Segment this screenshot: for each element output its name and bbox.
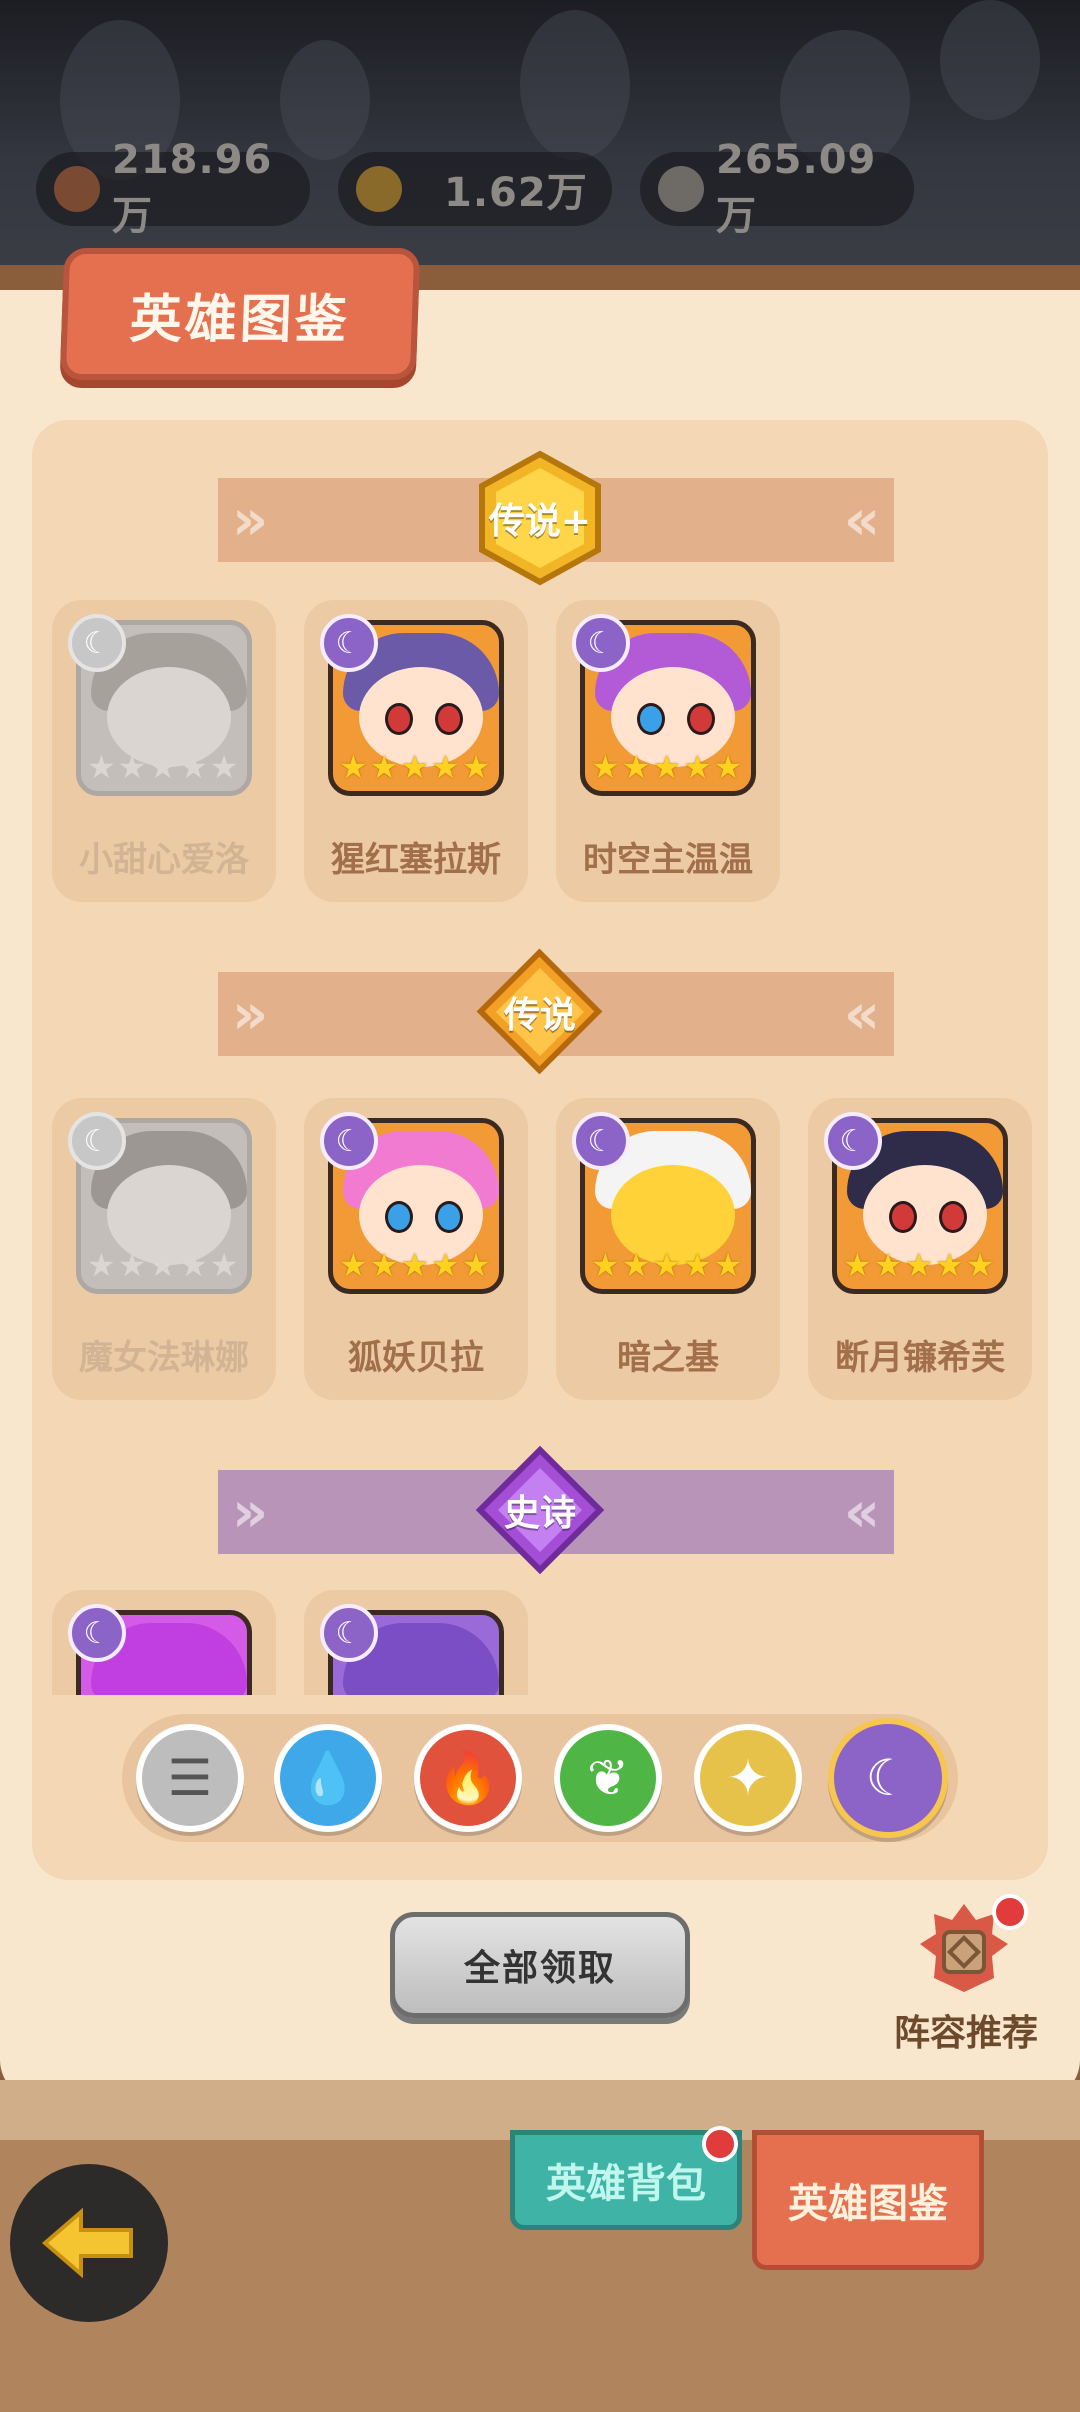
tier-label: 史诗	[503, 1493, 576, 1534]
chevron-left-icon: «	[843, 1479, 880, 1545]
tab-hero-atlas-label: 英雄图鉴	[788, 2181, 948, 2227]
hero-name: 暗之基	[617, 1338, 719, 1378]
gold-pile-icon	[356, 166, 402, 212]
chevron-left-icon: «	[843, 487, 880, 553]
tab-hero-atlas[interactable]: 英雄图鉴	[752, 2130, 984, 2270]
back-button[interactable]	[10, 2164, 168, 2322]
moon-icon: ☾	[865, 1749, 911, 1807]
resource-gold-value: 1.62万	[444, 170, 588, 216]
hero-card[interactable]: ★ ★ ★ ★ ★ ☾ 暗之基	[556, 1098, 780, 1400]
hero-card[interactable]: ★ ★ ★ ★ ★ ☾ 小甜心爱洛	[52, 600, 276, 902]
hero-name: 猩红塞拉斯	[331, 840, 501, 880]
resource-meat-value: 218.96万	[112, 137, 273, 239]
hero-card[interactable]: ★ ★ ★ ★ ★ ☾ 魔女法琳娜	[52, 1098, 276, 1400]
element-filter-bar: ☰ 💧 🔥 ❦ ✦ ☾	[122, 1714, 958, 1842]
leaf-icon: ❦	[587, 1749, 629, 1807]
claim-all-button[interactable]: 全部领取	[390, 1912, 690, 2018]
tab-hero-bag-label: 英雄背包	[546, 2161, 706, 2207]
star-rating: ★ ★ ★ ★ ★	[87, 1246, 239, 1284]
hero-card[interactable]: ★ ★ ★ ★ ★ ☾ 猩红塞拉斯	[304, 600, 528, 902]
filter-fire-button[interactable]: 🔥	[414, 1724, 522, 1832]
resource-gold: 1.62万	[338, 152, 612, 226]
coin-icon	[658, 166, 704, 212]
hero-name: 小甜心爱洛	[79, 840, 249, 880]
moon-element-icon: ☾	[320, 1112, 378, 1170]
filter-moon-button[interactable]: ☾	[828, 1718, 948, 1838]
hero-card[interactable]: ★ ★ ★ ★ ★ ☾ 时空主温温	[556, 600, 780, 902]
tier-badge-legend-plus: 传说+	[472, 450, 608, 586]
chevron-right-icon: »	[232, 487, 269, 553]
resource-coin: 265.09万	[640, 137, 914, 239]
resource-meat: 218.96万	[36, 137, 310, 239]
filter-light-button[interactable]: ✦	[694, 1724, 802, 1832]
hero-name: 时空主温温	[583, 840, 753, 880]
moon-element-icon: ☾	[68, 1112, 126, 1170]
filter-water-button[interactable]: 💧	[274, 1724, 382, 1832]
star-rating: ★ ★ ★ ★ ★	[591, 1246, 743, 1284]
water-icon: 💧	[296, 1748, 360, 1807]
tier-badge-epic: 史诗	[472, 1442, 608, 1578]
hero-list-scroll[interactable]: » « 传说+ ★ ★ ★ ★ ★ ☾ 小甜心爱洛 ★ ★ ★ ★ ★ ☾ 猩红塞拉斯	[32, 420, 1048, 1695]
star-rating: ★ ★ ★ ★ ★	[843, 1246, 995, 1284]
notification-dot	[992, 1894, 1028, 1930]
hero-card[interactable]: ☾	[304, 1590, 528, 1695]
chevron-right-icon: »	[232, 1479, 269, 1545]
light-icon: ✦	[727, 1749, 769, 1807]
moon-element-icon: ☾	[68, 1604, 126, 1662]
star-rating: ★ ★ ★ ★ ★	[591, 748, 743, 786]
tier-badge-legend: 传说	[472, 944, 608, 1080]
lineup-recommend-button[interactable]: 阵容推荐	[866, 1894, 1066, 2060]
chevron-right-icon: »	[232, 981, 269, 1047]
hero-name: 魔女法琳娜	[79, 1338, 249, 1378]
hero-card[interactable]: ☾	[52, 1590, 276, 1695]
tier-label: 传说	[503, 995, 576, 1036]
notification-dot	[702, 2126, 738, 2162]
moon-element-icon: ☾	[572, 1112, 630, 1170]
moon-element-icon: ☾	[572, 614, 630, 672]
star-rating: ★ ★ ★ ★ ★	[339, 1246, 491, 1284]
list-icon: ☰	[167, 1749, 213, 1807]
arrow-left-icon	[41, 2208, 133, 2278]
star-rating: ★ ★ ★ ★ ★	[87, 748, 239, 786]
filter-leaf-button[interactable]: ❦	[554, 1724, 662, 1832]
hero-name: 狐妖贝拉	[348, 1338, 484, 1378]
hero-name: 断月镰希芙	[835, 1338, 1005, 1378]
meat-icon	[54, 166, 100, 212]
moon-element-icon: ☾	[824, 1112, 882, 1170]
moon-element-icon: ☾	[320, 614, 378, 672]
lineup-recommend-label: 阵容推荐	[893, 2013, 1038, 2054]
star-rating: ★ ★ ★ ★ ★	[339, 748, 491, 786]
page-title: 英雄图鉴	[128, 289, 351, 350]
hero-card[interactable]: ★ ★ ★ ★ ★ ☾ 断月镰希芙	[808, 1098, 1032, 1400]
moon-element-icon: ☾	[320, 1604, 378, 1662]
moon-element-icon: ☾	[68, 614, 126, 672]
resource-coin-value: 265.09万	[716, 137, 877, 239]
tier-label: 传说+	[488, 501, 592, 542]
filter-all-button[interactable]: ☰	[136, 1724, 244, 1832]
hero-card[interactable]: ★ ★ ★ ★ ★ ☾ 狐妖贝拉	[304, 1098, 528, 1400]
claim-all-label: 全部领取	[463, 1948, 616, 1989]
chevron-left-icon: «	[843, 981, 880, 1047]
fire-icon: 🔥	[436, 1748, 500, 1807]
title-banner: 英雄图鉴	[59, 248, 421, 380]
